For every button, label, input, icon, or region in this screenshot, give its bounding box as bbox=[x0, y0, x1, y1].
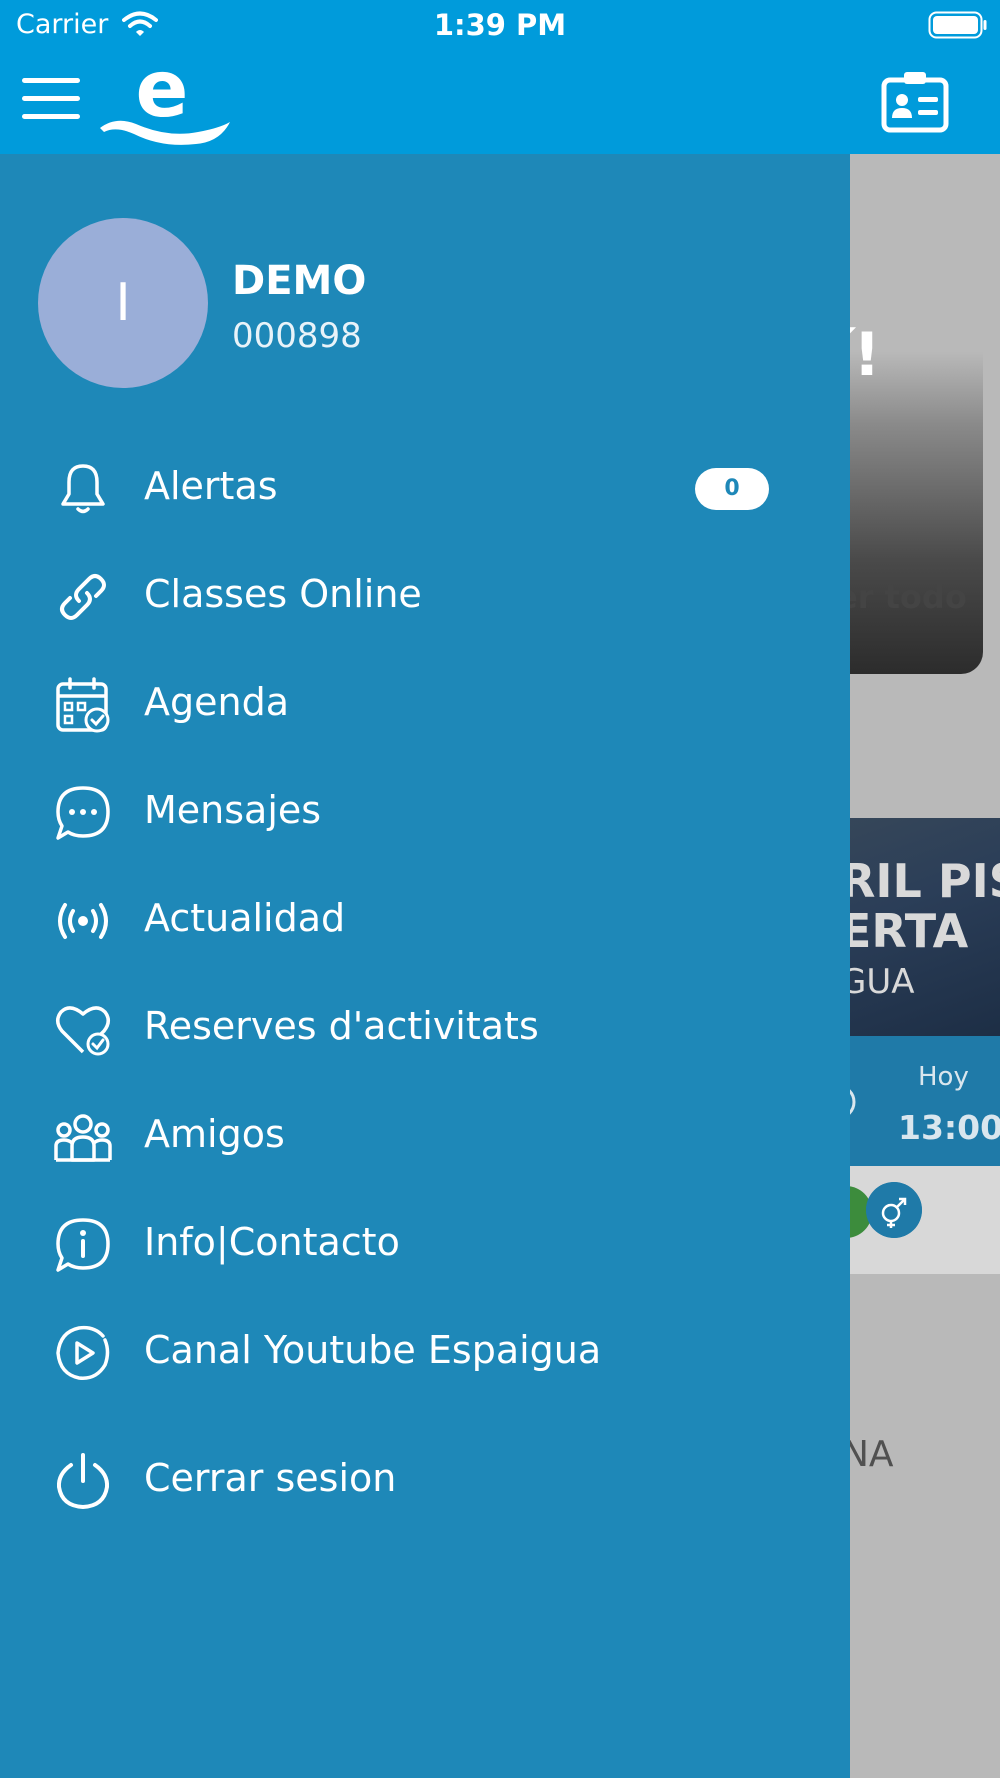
espaigua-logo: e bbox=[100, 52, 230, 145]
event-time: 13:00 bbox=[898, 1108, 1000, 1147]
power-icon bbox=[52, 1450, 114, 1512]
menu-item-label: Actualidad bbox=[144, 896, 346, 940]
menu-item-label: Alertas bbox=[144, 464, 278, 508]
event-day: Hoy bbox=[918, 1062, 969, 1092]
app-header: Carrier 1:39 PM e bbox=[0, 0, 1000, 154]
menu-item-reserves[interactable]: Reserves d'activitats bbox=[0, 988, 850, 1068]
menu-item-classes-online[interactable]: Classes Online bbox=[0, 556, 850, 636]
event-title: RIL PIS ERTA bbox=[840, 854, 1000, 958]
people-icon bbox=[52, 1106, 114, 1168]
menu-item-label: Info|Contacto bbox=[144, 1220, 400, 1264]
menu-item-info-contacto[interactable]: Info|Contacto bbox=[0, 1204, 850, 1284]
event-subtitle: GUA bbox=[840, 962, 915, 1002]
menu-item-agenda[interactable]: Agenda bbox=[0, 664, 850, 744]
heart-check-icon bbox=[52, 998, 114, 1060]
avatar-initial: I bbox=[115, 273, 131, 333]
menu-item-actualidad[interactable]: Actualidad bbox=[0, 880, 850, 960]
user-member-id: 000898 bbox=[232, 316, 362, 356]
link-icon bbox=[52, 566, 114, 628]
gender-icon bbox=[866, 1182, 922, 1238]
menu-item-amigos[interactable]: Amigos bbox=[0, 1096, 850, 1176]
menu-item-youtube[interactable]: Canal Youtube Espaigua bbox=[0, 1312, 850, 1392]
bell-icon bbox=[52, 458, 114, 520]
menu-item-label: Cerrar sesion bbox=[144, 1456, 397, 1500]
menu-item-label: Reserves d'activitats bbox=[144, 1004, 539, 1048]
play-circle-icon bbox=[52, 1322, 114, 1384]
status-time: 1:39 PM bbox=[433, 8, 567, 42]
avatar[interactable]: I bbox=[38, 218, 208, 388]
broadcast-icon bbox=[52, 890, 114, 952]
hamburger-menu-icon[interactable] bbox=[22, 72, 82, 122]
alert-count-badge: 0 bbox=[695, 468, 769, 510]
calendar-check-icon bbox=[52, 674, 114, 736]
menu-item-label: Classes Online bbox=[144, 572, 422, 616]
member-card-icon[interactable] bbox=[880, 70, 950, 134]
menu-item-cerrar-sesion[interactable]: Cerrar sesion bbox=[0, 1440, 850, 1520]
navigation-drawer: I DEMO 000898 Alertas 0 Classes Online A… bbox=[0, 154, 850, 1778]
menu-item-label: Canal Youtube Espaigua bbox=[144, 1328, 602, 1372]
see-all-link[interactable]: er todo bbox=[836, 578, 967, 616]
menu-item-mensajes[interactable]: Mensajes bbox=[0, 772, 850, 852]
menu-item-label: Mensajes bbox=[144, 788, 322, 832]
user-name: DEMO bbox=[232, 258, 367, 304]
menu-item-alertas[interactable]: Alertas 0 bbox=[0, 448, 850, 528]
info-chat-icon bbox=[52, 1214, 114, 1276]
battery-icon bbox=[928, 11, 987, 39]
status-bar: Carrier 1:39 PM bbox=[0, 0, 1000, 50]
menu-item-label: Agenda bbox=[144, 680, 289, 724]
chat-bubble-icon bbox=[52, 782, 114, 844]
svg-text:e: e bbox=[136, 52, 189, 135]
menu-item-label: Amigos bbox=[144, 1112, 285, 1156]
